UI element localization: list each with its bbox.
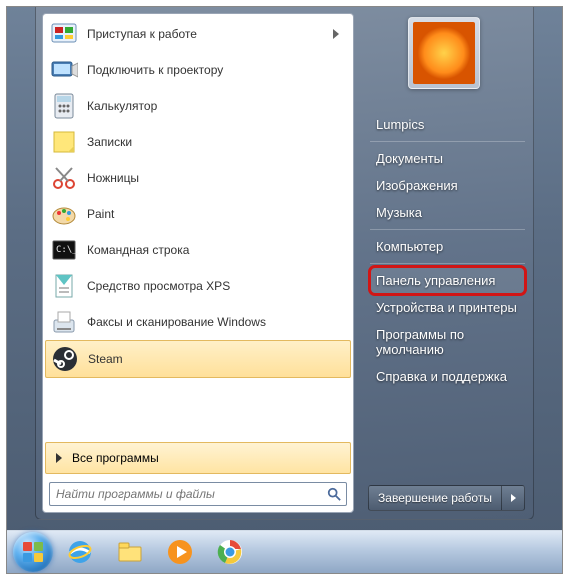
shutdown-split-button: Завершение работы	[368, 485, 525, 511]
shutdown-label: Завершение работы	[378, 491, 492, 505]
submenu-arrow-icon	[333, 29, 347, 39]
right-link-4[interactable]: Компьютер	[370, 233, 525, 260]
program-item-fax[interactable]: Факсы и сканирование Windows	[45, 304, 351, 340]
program-label: Paint	[87, 207, 347, 221]
program-label: Факсы и сканирование Windows	[87, 315, 347, 329]
taskbar-explorer-button[interactable]	[107, 535, 153, 569]
program-label: Средство просмотра XPS	[87, 279, 347, 293]
right-separator	[370, 263, 525, 264]
taskbar-media-player-button[interactable]	[157, 535, 203, 569]
right-link-1[interactable]: Документы	[370, 145, 525, 172]
program-item-cmd[interactable]: C:\_ Командная строка	[45, 232, 351, 268]
program-label: Подключить к проектору	[87, 63, 347, 77]
right-link-2[interactable]: Изображения	[370, 172, 525, 199]
cmd-icon: C:\_	[49, 235, 79, 265]
program-item-sticky-notes[interactable]: Записки	[45, 124, 351, 160]
right-links: Lumpics ДокументыИзображенияМузыка Компьют…	[370, 111, 525, 390]
program-label: Калькулятор	[87, 99, 347, 113]
triangle-right-icon	[509, 494, 517, 502]
program-item-getting-started[interactable]: Приступая к работе	[45, 16, 351, 52]
fax-icon	[49, 307, 79, 337]
search-input[interactable]	[49, 482, 347, 506]
program-label: Steam	[88, 352, 346, 366]
right-separator	[370, 229, 525, 230]
calculator-icon	[49, 91, 79, 121]
right-link-5[interactable]: Панель управления	[370, 267, 525, 294]
search-wrap	[49, 482, 347, 506]
right-link-3[interactable]: Музыка	[370, 199, 525, 226]
xps-icon	[49, 271, 79, 301]
steam-icon	[50, 344, 80, 374]
explorer-icon	[115, 537, 145, 567]
program-item-snipping[interactable]: Ножницы	[45, 160, 351, 196]
program-item-steam[interactable]: Steam	[45, 340, 351, 378]
ie-icon	[65, 537, 95, 567]
program-label: Записки	[87, 135, 347, 149]
program-item-calculator[interactable]: Калькулятор	[45, 88, 351, 124]
taskbar-pinned	[57, 535, 253, 569]
user-avatar[interactable]	[408, 17, 480, 89]
svg-text:C:\_: C:\_	[56, 245, 78, 255]
right-link-8[interactable]: Справка и поддержка	[370, 363, 525, 390]
shutdown-options-button[interactable]	[501, 485, 525, 511]
taskbar	[7, 530, 562, 573]
taskbar-chrome-button[interactable]	[207, 535, 253, 569]
start-button[interactable]	[13, 532, 53, 572]
all-programs-button[interactable]: Все программы	[45, 442, 351, 474]
right-separator	[370, 141, 525, 142]
program-label: Приступая к работе	[87, 27, 333, 41]
paint-icon	[49, 199, 79, 229]
start-menu: Приступая к работе Подключить к проектору…	[35, 7, 534, 520]
right-link-7[interactable]: Программы по умолчанию	[370, 321, 525, 363]
search-icon[interactable]	[325, 485, 343, 503]
program-item-paint[interactable]: Paint	[45, 196, 351, 232]
start-menu-left-panel: Приступая к работе Подключить к проектору…	[42, 13, 354, 513]
right-link-0[interactable]: Lumpics	[370, 111, 525, 138]
windows-logo-icon	[23, 542, 43, 562]
start-menu-right-panel: Lumpics ДокументыИзображенияМузыка Компьют…	[354, 7, 533, 519]
program-item-xps[interactable]: Средство просмотра XPS	[45, 268, 351, 304]
all-programs-label: Все программы	[72, 451, 159, 465]
chrome-icon	[215, 537, 245, 567]
snipping-icon	[49, 163, 79, 193]
program-label: Командная строка	[87, 243, 347, 257]
getting-started-icon	[49, 19, 79, 49]
screenshot-frame: Приступая к работе Подключить к проектору…	[6, 6, 563, 574]
projector-icon	[49, 55, 79, 85]
shutdown-button[interactable]: Завершение работы	[368, 485, 501, 511]
program-list: Приступая к работе Подключить к проектору…	[43, 14, 353, 440]
taskbar-ie-button[interactable]	[57, 535, 103, 569]
flower-icon	[413, 22, 475, 84]
program-item-projector[interactable]: Подключить к проектору	[45, 52, 351, 88]
program-label: Ножницы	[87, 171, 347, 185]
media-player-icon	[165, 537, 195, 567]
sticky-notes-icon	[49, 127, 79, 157]
right-link-6[interactable]: Устройства и принтеры	[370, 294, 525, 321]
triangle-right-icon	[56, 453, 62, 463]
